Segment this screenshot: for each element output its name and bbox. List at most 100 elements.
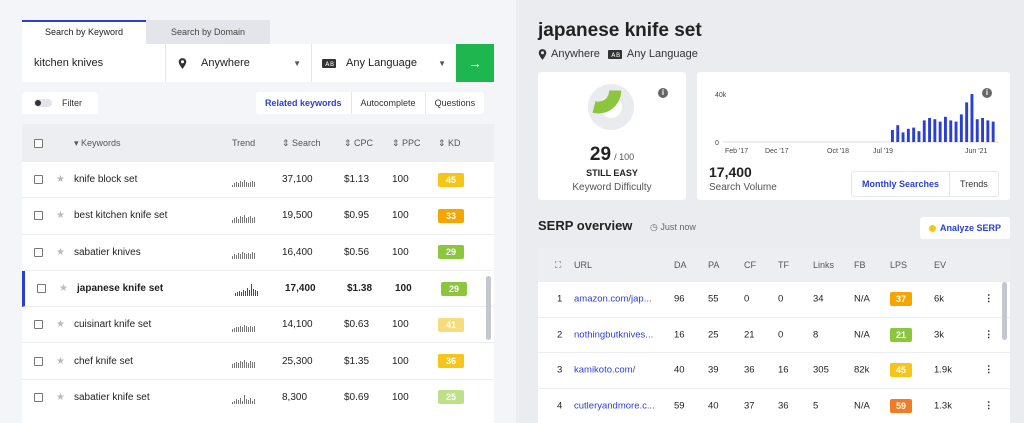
analyze-serp-button[interactable]: Analyze SERP (920, 217, 1010, 239)
sort-icon: ⇕ (344, 137, 355, 148)
column-ppc[interactable]: ⇕ PPC (392, 138, 421, 149)
serp-cf: 37 (744, 400, 755, 412)
difficulty-caption: Keyword Difficulty (572, 182, 652, 193)
trend-bar (238, 218, 239, 223)
star-icon[interactable]: ★ (56, 210, 65, 221)
trend-bar (248, 253, 249, 260)
trend-bar (242, 401, 243, 405)
serp-links: 305 (813, 364, 829, 376)
keyword-cell[interactable]: cuisinart knife set (74, 319, 151, 330)
serp-row: 1 amazon.com/jap... 96 55 0 0 34 N/A 37 … (538, 282, 1010, 318)
serp-url-link[interactable]: nothingbutknives... (574, 329, 653, 340)
trend-bar (254, 362, 255, 369)
detail-title: japanese knife set (538, 20, 702, 41)
serp-updated: ◷ Just now (650, 222, 696, 232)
lps-badge: 21 (890, 327, 912, 342)
star-icon[interactable]: ★ (56, 247, 65, 258)
language-select[interactable]: AB Any Language ▼ (312, 44, 456, 82)
info-icon[interactable]: i (658, 88, 668, 98)
tab-search-by-keyword[interactable]: Search by Keyword (22, 20, 146, 44)
trend-bar (252, 252, 253, 260)
filter-toggle[interactable]: Filter (22, 92, 98, 114)
keyword-research-panel: Search by Keyword Search by Domain kitch… (0, 0, 516, 423)
table-row[interactable]: ★ japanese knife set 17,400 $1.38 100 29 (22, 270, 494, 308)
row-checkbox[interactable] (34, 356, 43, 366)
tab-search-by-domain[interactable]: Search by Domain (146, 20, 270, 44)
trend-bar (250, 361, 251, 369)
row-checkbox[interactable] (34, 392, 43, 402)
location-select[interactable]: Anywhere ▼ (166, 44, 312, 82)
trends-button[interactable]: Trends (950, 172, 998, 196)
keyword-cell[interactable]: japanese knife set (77, 283, 163, 294)
serp-url-link[interactable]: cutleryandmore.c... (574, 400, 655, 411)
table-row[interactable]: ★ knife block set 37,100 $1.13 100 45 (22, 162, 494, 199)
table-row[interactable]: ★ cuisinart knife set 14,100 $0.63 100 4… (22, 307, 494, 344)
trend-bar (243, 289, 244, 296)
star-icon[interactable]: ★ (56, 356, 65, 367)
more-options-icon[interactable]: ⋮ (984, 365, 994, 376)
row-checkbox[interactable] (34, 247, 43, 257)
table-scrollbar[interactable] (486, 276, 491, 340)
trend-bar (240, 398, 241, 405)
keyword-cell[interactable]: knife block set (74, 174, 137, 185)
table-row[interactable]: ★ chef knife set 25,300 $1.35 100 36 (22, 343, 494, 380)
table-row[interactable]: ★ best kitchen knife set 19,500 $0.95 10… (22, 198, 494, 235)
trend-bar (255, 289, 256, 296)
trend-bar (248, 216, 249, 223)
tab-autocomplete[interactable]: Autocomplete (352, 92, 426, 114)
column-kd[interactable]: ⇕ KD (438, 138, 461, 149)
table-row[interactable]: ★ sabatier knife set 8,300 $0.69 100 25 (22, 380, 494, 412)
column-search[interactable]: ⇕ Search (282, 138, 321, 149)
trend-sparkline (232, 245, 255, 260)
trend-bar (240, 361, 241, 369)
row-checkbox[interactable] (37, 284, 46, 294)
serp-table-body: 1 amazon.com/jap... 96 55 0 0 34 N/A 37 … (538, 282, 1010, 423)
serp-scrollbar[interactable] (1002, 282, 1007, 340)
star-icon[interactable]: ★ (59, 283, 68, 294)
lps-badge: 37 (890, 292, 912, 307)
more-options-icon[interactable]: ⋮ (984, 329, 994, 340)
star-icon[interactable]: ★ (56, 319, 65, 330)
star-icon[interactable]: ★ (56, 174, 65, 185)
difficulty-score: 29 / 100 (538, 144, 686, 166)
monthly-searches-button[interactable]: Monthly Searches (852, 172, 951, 196)
search-volume-chart: 40k 0 Feb '17 Dec '17 Oct '18 Jul '19 Jun '21 (715, 92, 999, 155)
detail-location: Anywhere (551, 48, 600, 60)
volume-view-toggle: Monthly Searches Trends (851, 171, 999, 197)
select-all-checkbox[interactable] (34, 138, 43, 148)
tab-questions[interactable]: Questions (426, 92, 485, 114)
search-cell: 17,400 (285, 283, 316, 295)
column-tf: TF (778, 260, 789, 270)
tab-related-keywords[interactable]: Related keywords (256, 92, 352, 114)
language-value: Any Language (346, 57, 417, 69)
column-ev: EV (934, 260, 947, 270)
keyword-cell[interactable]: sabatier knives (74, 247, 141, 258)
serp-links: 5 (813, 400, 819, 412)
search-submit-button[interactable]: → (456, 44, 494, 82)
row-checkbox[interactable] (34, 320, 43, 330)
trend-bar (248, 326, 249, 332)
trend-bar (254, 181, 255, 187)
keyword-cell[interactable]: sabatier knife set (74, 392, 150, 403)
ppc-cell: 100 (392, 319, 409, 331)
more-options-icon[interactable]: ⋮ (984, 400, 994, 411)
keyword-cell[interactable]: best kitchen knife set (74, 210, 167, 221)
location-pin-icon (178, 57, 187, 69)
column-keywords[interactable]: ▾ Keywords (74, 138, 121, 149)
trend-sparkline (232, 390, 255, 405)
more-options-icon[interactable]: ⋮ (984, 294, 994, 305)
keyword-input[interactable]: kitchen knives (22, 44, 166, 82)
row-checkbox[interactable] (34, 211, 43, 221)
star-icon[interactable]: ★ (56, 392, 65, 403)
trend-bar (238, 400, 239, 405)
trend-bar (244, 214, 245, 223)
expand-icon[interactable]: ⛶ (555, 260, 561, 271)
table-row[interactable]: ★ sabatier knives 16,400 $0.56 100 29 (22, 235, 494, 271)
serp-url-link[interactable]: amazon.com/jap... (574, 294, 652, 305)
serp-url-link[interactable]: kamikoto.com/ (574, 365, 635, 376)
row-checkbox[interactable] (34, 175, 43, 185)
svg-text:B: B (616, 52, 620, 59)
column-cpc[interactable]: ⇕ CPC (344, 138, 373, 149)
keyword-cell[interactable]: chef knife set (74, 356, 133, 367)
trend-bar (252, 401, 253, 405)
